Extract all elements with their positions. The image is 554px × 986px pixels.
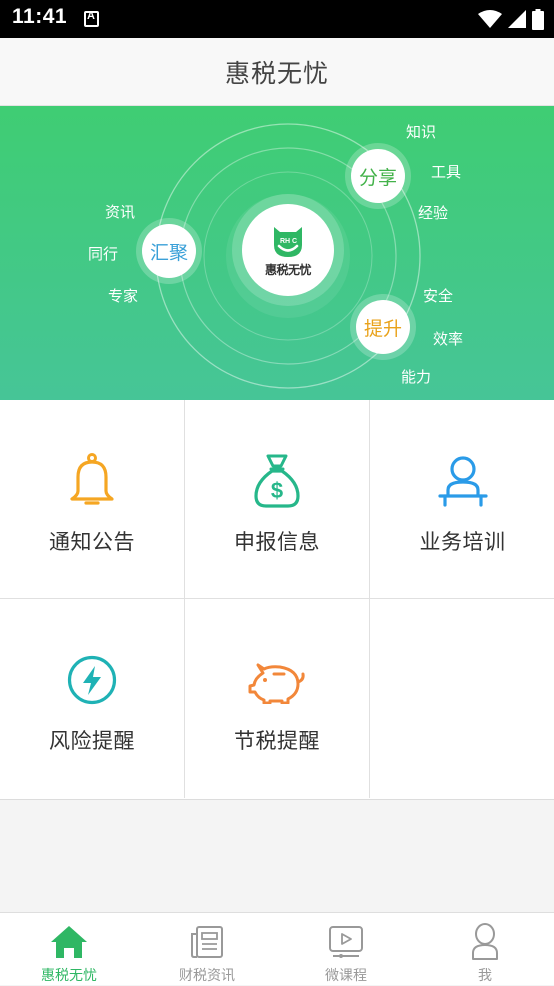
grid-item-label: 通知公告 (49, 530, 135, 554)
grid-item-notice[interactable]: 通知公告 (0, 400, 185, 599)
status-bar: 11:41 (0, 0, 554, 38)
tab-label: 惠税无忧 (41, 968, 97, 984)
app-header: 惠税无忧 (0, 38, 554, 106)
cellular-signal-icon (508, 10, 526, 28)
grid-item-declaration[interactable]: $ 申报信息 (185, 400, 370, 599)
tag-gather-1: 同行 (88, 245, 119, 263)
grid-item-training[interactable]: 业务培训 (370, 400, 554, 599)
grid-item-label: 节税提醒 (234, 729, 320, 753)
smile-logo-icon: RH C (274, 226, 302, 257)
bottom-tab-bar: 惠税无忧 财税资讯 微课程 我 (0, 912, 554, 985)
grid-item-tax-saving[interactable]: 节税提醒 (185, 599, 370, 798)
function-grid: 通知公告 $ 申报信息 业务培训 风险提醒 节税提醒 (0, 400, 554, 800)
tab-home[interactable]: 惠税无忧 (0, 913, 138, 986)
grid-item-label: 风险提醒 (49, 729, 135, 753)
tag-share-0: 知识 (406, 123, 437, 141)
center-logo-label: 惠税无忧 (264, 262, 312, 277)
tab-news[interactable]: 财税资讯 (138, 913, 276, 986)
tab-label: 财税资讯 (179, 968, 235, 984)
svg-text:$: $ (271, 478, 283, 503)
tag-improve-2: 能力 (401, 368, 432, 386)
bubble-share: 分享 (351, 149, 405, 203)
grid-item-risk[interactable]: 风险提醒 (0, 599, 185, 798)
money-bag-icon: $ (254, 454, 300, 508)
center-logo: RH C 惠税无忧 (242, 204, 334, 296)
logo-mark-text: RH C (280, 238, 297, 245)
grid-item-empty (370, 599, 554, 798)
bell-icon (70, 453, 114, 505)
tag-gather-2: 专家 (108, 287, 139, 305)
page-title: 惠税无忧 (224, 58, 329, 88)
tag-gather-0: 资讯 (105, 203, 136, 221)
wifi-icon (478, 10, 502, 28)
piggy-bank-icon (248, 663, 305, 704)
grid-item-label: 申报信息 (234, 530, 320, 554)
home-icon (51, 926, 87, 958)
tab-label: 我 (478, 968, 492, 984)
tag-improve-0: 安全 (423, 287, 454, 305)
tag-share-2: 经验 (418, 204, 449, 222)
bubble-gather: 汇聚 (142, 224, 196, 278)
user-icon (472, 923, 498, 960)
video-icon (329, 926, 363, 958)
trainer-icon (437, 456, 488, 507)
battery-icon (532, 8, 544, 30)
notification-a-icon (84, 10, 99, 27)
status-time: 11:41 (12, 5, 68, 28)
tag-improve-1: 效率 (433, 330, 464, 348)
lightning-icon (67, 655, 117, 705)
system-icons (478, 8, 544, 30)
bubble-improve: 提升 (356, 300, 410, 354)
tab-me[interactable]: 我 (416, 913, 554, 986)
hero-banner: RH C 惠税无忧 汇聚 分享 提升 资讯 同行 专家 知识 工具 经验 安全 … (0, 106, 554, 400)
tab-label: 微课程 (325, 968, 367, 984)
news-icon (191, 926, 223, 958)
tab-micro-course[interactable]: 微课程 (277, 913, 415, 986)
grid-item-label: 业务培训 (419, 530, 506, 554)
tag-share-1: 工具 (431, 163, 462, 181)
